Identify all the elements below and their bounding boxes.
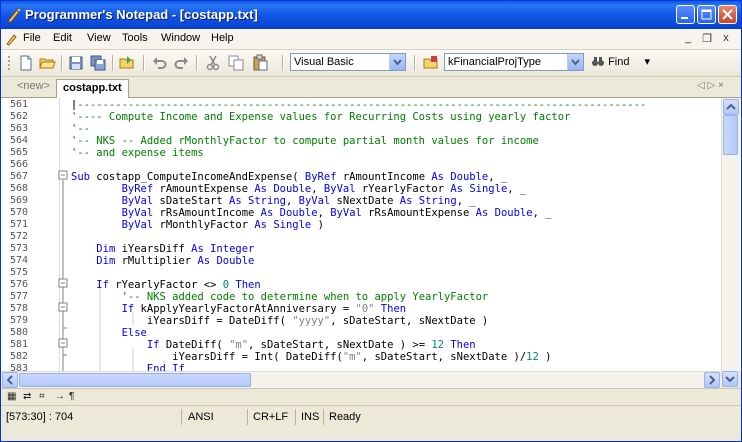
horizontal-scroll-thumb[interactable] — [19, 373, 251, 387]
menu-bar: File Edit View Tools Window Help _ ❐ x — [1, 29, 741, 50]
status-divider — [247, 409, 248, 425]
find-button[interactable]: Find ▾ — [591, 55, 650, 68]
tab-new[interactable]: <new> — [17, 80, 50, 97]
close-button[interactable] — [718, 5, 737, 24]
toolbar-separator — [282, 55, 284, 71]
toolbar-separator — [61, 55, 63, 71]
menu-window[interactable]: Window — [161, 32, 200, 44]
find-dropdown-icon[interactable]: ▾ — [645, 56, 651, 68]
tags-folder-icon[interactable] — [422, 54, 440, 72]
vertical-scroll-thumb[interactable] — [723, 115, 738, 155]
main-window: Programmer's Notepad - [costapp.txt] Fil… — [0, 0, 742, 442]
find-label: Find — [608, 56, 630, 68]
status-bar: [573:30] : 704 ANSI CR+LF INS Ready — [1, 405, 741, 441]
encoding-status: ANSI — [188, 411, 214, 423]
vertical-scrollbar[interactable] — [721, 98, 740, 371]
maximize-icon — [701, 9, 712, 20]
menu-view[interactable]: View — [87, 32, 111, 44]
menu-help[interactable]: Help — [211, 32, 234, 44]
whitespace-icon[interactable]: → — [55, 391, 65, 402]
cursor-position: [573:30] : 704 — [6, 411, 74, 423]
title-bar[interactable]: Programmer's Notepad - [costapp.txt] — [1, 1, 741, 29]
mdi-minimize-button[interactable]: _ — [681, 32, 695, 45]
redo-icon[interactable] — [172, 54, 190, 72]
toolbar-separator — [196, 55, 198, 71]
status-divider — [181, 409, 182, 425]
scroll-right-arrow[interactable] — [704, 372, 720, 388]
function-select[interactable]: kFinancialProjType — [444, 53, 584, 71]
toolbar-grip-icon — [8, 56, 10, 70]
window-title: Programmer's Notepad - [costapp.txt] — [25, 7, 258, 22]
insert-mode-status: INS — [301, 411, 320, 423]
scroll-up-arrow[interactable] — [723, 99, 739, 115]
line-endings-icon[interactable]: ¶ — [69, 391, 74, 402]
toolbar-separator — [112, 55, 114, 71]
status-divider — [295, 409, 296, 425]
scroll-left-arrow[interactable] — [2, 372, 18, 388]
toolbar-separator — [414, 55, 416, 71]
chevron-down-icon[interactable] — [389, 54, 405, 70]
scheme-select-value: Visual Basic — [294, 56, 354, 68]
paste-icon[interactable] — [251, 54, 269, 72]
save-all-icon[interactable] — [89, 54, 107, 72]
tab-navigation[interactable]: ◁ ▷ × — [697, 80, 724, 91]
document-icon — [6, 34, 17, 46]
binoculars-icon — [592, 57, 604, 66]
minimize-button[interactable] — [676, 5, 695, 24]
word-wrap-icon[interactable]: ⇄ — [23, 391, 31, 402]
mdi-close-button[interactable]: x — [719, 32, 733, 45]
undo-icon[interactable] — [151, 54, 169, 72]
tab-costapp[interactable]: costapp.txt — [56, 79, 129, 98]
notepad-app-icon — [7, 7, 22, 23]
scheme-select[interactable]: Visual Basic — [290, 53, 406, 71]
new-file-icon[interactable] — [17, 54, 35, 72]
function-select-value: kFinancialProjType — [448, 56, 541, 68]
line-endings-status: CR+LF — [253, 411, 289, 423]
ready-status: Ready — [329, 411, 361, 423]
menu-file[interactable]: File — [23, 32, 41, 44]
toolbar-separator — [143, 55, 145, 71]
chevron-down-icon[interactable] — [567, 54, 583, 70]
save-icon[interactable] — [67, 54, 85, 72]
scroll-down-arrow[interactable] — [722, 371, 738, 387]
cut-icon[interactable] — [204, 54, 222, 72]
code-editor[interactable]: 561 '------------------------------------… — [1, 98, 741, 371]
document-tab-bar: <new> costapp.txt ◁ ▷ × — [1, 77, 741, 98]
main-toolbar: Visual Basic kFinancialProjType Find ▾ — [1, 50, 741, 77]
output-toolbar: ▦ ⇄ ⌗ → ¶ — [1, 388, 741, 405]
mdi-restore-button[interactable]: ❐ — [700, 32, 714, 45]
output-window-icon[interactable]: ▦ — [7, 391, 16, 402]
status-divider — [323, 409, 324, 425]
menu-tools[interactable]: Tools — [122, 32, 148, 44]
menu-edit[interactable]: Edit — [53, 32, 72, 44]
minimize-icon — [681, 17, 688, 19]
copy-icon[interactable] — [227, 54, 245, 72]
horizontal-scrollbar[interactable] — [1, 371, 721, 388]
maximize-button[interactable] — [697, 5, 716, 24]
fold-markers — [58, 100, 165, 371]
open-folder-icon[interactable] — [38, 54, 56, 72]
line-numbers-icon[interactable]: ⌗ — [39, 391, 45, 402]
close-icon — [722, 9, 733, 20]
open-project-icon[interactable] — [118, 54, 136, 72]
